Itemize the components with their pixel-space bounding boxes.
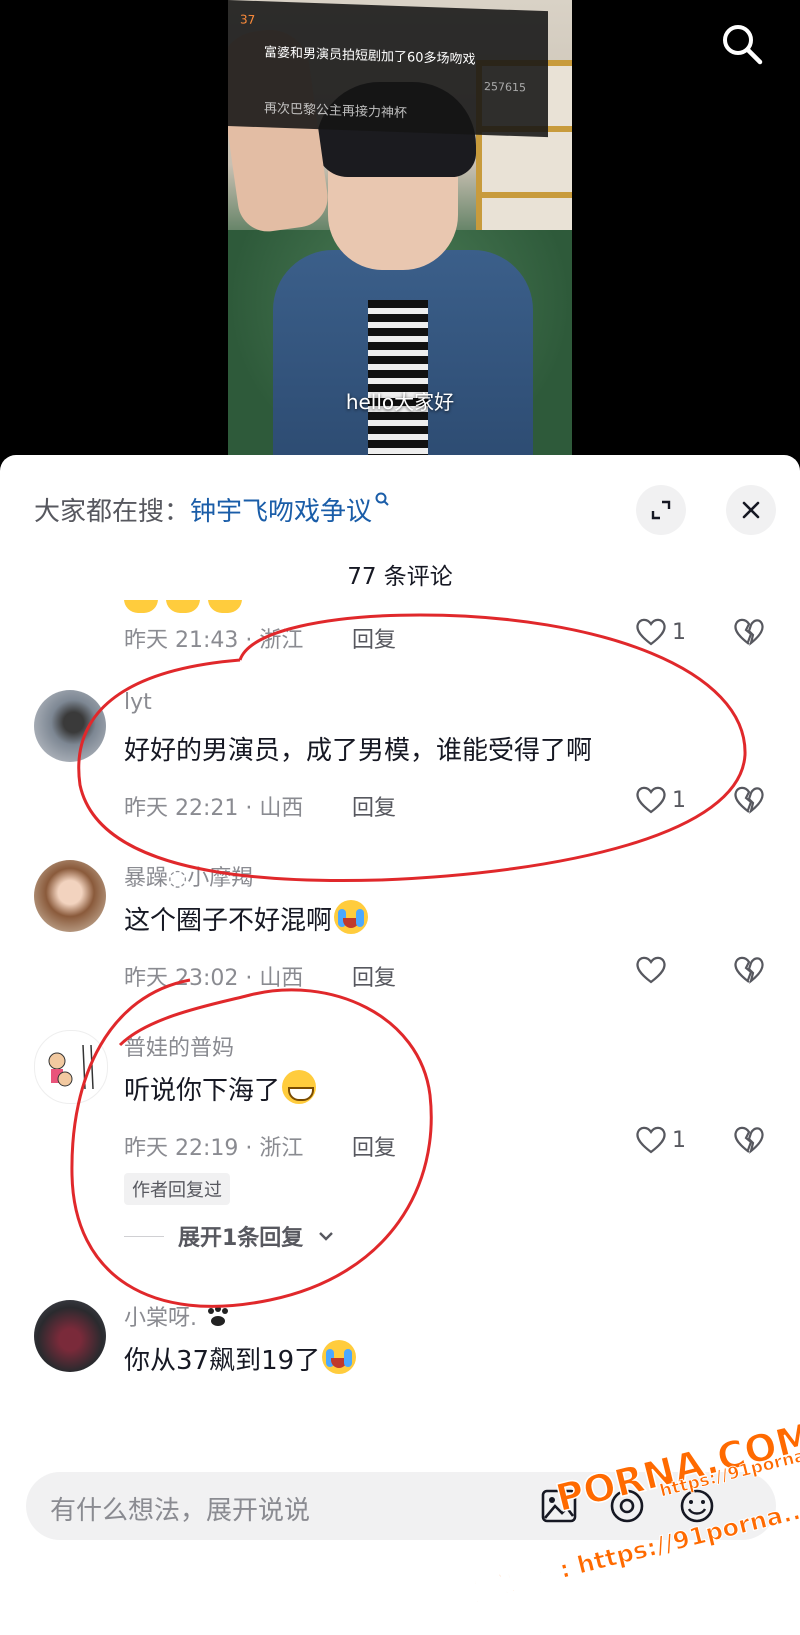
heart-icon: [636, 786, 666, 814]
comment-author[interactable]: 小棠呀.: [124, 1300, 233, 1332]
chevron-down-icon: [319, 1232, 334, 1241]
comment-text: 好好的男演员，成了男模，谁能受得了啊: [124, 736, 593, 766]
trending-search-prefix: 大家都在搜：: [34, 497, 191, 527]
expand-panel-button[interactable]: [636, 485, 686, 535]
comment-meta: 昨天 23:02 · 山西: [124, 966, 304, 991]
divider-line: [124, 1235, 164, 1237]
reply-button[interactable]: 回复: [352, 1130, 396, 1162]
hot-search-row: 富婆和男演员拍短剧加了60多场吻戏: [264, 41, 476, 67]
like-count: 1: [672, 619, 686, 645]
comment-text: 你从37飙到19了: [124, 1340, 357, 1377]
avatar[interactable]: [34, 1030, 108, 1104]
comment-meta: 昨天 22:19 · 浙江: [124, 1136, 304, 1161]
hot-search-row: 37: [240, 12, 265, 28]
comment-text: 听说你下海了: [124, 1070, 317, 1107]
search-button[interactable]: [718, 20, 766, 68]
broken-heart-icon: [734, 618, 764, 646]
comment-author[interactable]: 普娃的普妈: [124, 1030, 234, 1062]
small-search-icon: [375, 492, 389, 506]
like-button[interactable]: 1: [634, 616, 686, 648]
hot-title: 再次巴黎公主再接力神杯: [264, 101, 408, 122]
author-replied-badge: 作者回复过: [124, 1173, 230, 1205]
comment-text: 这个圈子不好混啊: [124, 900, 369, 937]
hot-search-overlay: 37 富婆和男演员拍短剧加了60多场吻戏 257615 再次巴黎公主再接力神杯: [228, 0, 548, 138]
like-button[interactable]: 1: [634, 1124, 686, 1156]
dislike-button[interactable]: [732, 1124, 766, 1160]
hot-title: 富婆和男演员拍短剧加了60多场吻戏: [264, 45, 476, 68]
like-button[interactable]: [634, 954, 668, 986]
reply-button[interactable]: 回复: [352, 960, 396, 992]
heart-icon: [636, 956, 666, 984]
person-shirt: [368, 300, 428, 470]
reply-button[interactable]: 回复: [352, 790, 396, 822]
comment-count: 77 条评论: [347, 564, 453, 590]
crying-laughing-emoji-icon: [334, 900, 369, 934]
partial-emoji-row: [124, 600, 250, 617]
like-count: 1: [672, 787, 686, 813]
grinning-emoji-icon: [282, 1070, 317, 1104]
video-player[interactable]: hello大家好 37 富婆和男演员拍短剧加了60多场吻戏 257615 再次巴…: [0, 0, 800, 470]
avatar-drawing: [48, 1044, 94, 1090]
close-icon: [742, 501, 760, 519]
comment-meta: 昨天 22:21 · 山西: [124, 796, 304, 821]
comment-author[interactable]: lyt: [124, 690, 152, 715]
dislike-button[interactable]: [732, 616, 766, 652]
expand-icon: [651, 500, 671, 520]
broken-heart-icon: [734, 956, 764, 984]
like-button[interactable]: 1: [634, 784, 686, 816]
avatar[interactable]: [34, 690, 106, 762]
search-icon: [723, 25, 763, 65]
comment-text-content: 你从37飙到19了: [124, 1346, 321, 1376]
trending-search-link[interactable]: 大家都在搜：钟宇飞吻戏争议: [34, 491, 390, 528]
video-subtitle: hello大家好: [345, 390, 455, 414]
comment-list[interactable]: 昨天 21:43 · 浙江 回复 1 lyt 好好的男演员，成了男模，谁能受得了…: [0, 600, 800, 1460]
crying-laughing-emoji-icon: [322, 1340, 357, 1374]
trending-search-query[interactable]: 钟宇飞吻戏争议: [190, 497, 372, 527]
hot-heat: 257615: [484, 79, 526, 95]
dislike-button[interactable]: [732, 784, 766, 820]
comment-text-content: 听说你下海了: [124, 1076, 281, 1106]
hot-search-row: 257615: [264, 71, 526, 95]
dislike-button[interactable]: [732, 954, 766, 990]
broken-heart-icon: [734, 1126, 764, 1154]
comment-meta: 昨天 21:43 · 浙江: [124, 628, 304, 653]
comment-author[interactable]: 暴躁◌小摩羯: [124, 860, 253, 892]
hot-rank: 37: [240, 12, 256, 27]
reply-button[interactable]: 回复: [352, 622, 396, 654]
hot-search-row: 再次巴黎公主再接力神杯: [264, 97, 407, 121]
comment-author-label: 小棠呀.: [124, 1306, 197, 1331]
like-count: 1: [672, 1127, 686, 1153]
expand-replies-button[interactable]: 展开1条回复: [124, 1220, 335, 1252]
paw-icon: [208, 1306, 228, 1326]
comment-input-placeholder: 有什么想法，展开说说: [50, 1496, 311, 1526]
heart-icon: [636, 1126, 666, 1154]
avatar[interactable]: [34, 1300, 106, 1372]
broken-heart-icon: [734, 786, 764, 814]
heart-icon: [636, 618, 666, 646]
comment-text-content: 这个圈子不好混啊: [124, 906, 333, 936]
avatar[interactable]: [34, 860, 106, 932]
expand-replies-label: 展开1条回复: [178, 1226, 304, 1251]
close-panel-button[interactable]: [726, 485, 776, 535]
